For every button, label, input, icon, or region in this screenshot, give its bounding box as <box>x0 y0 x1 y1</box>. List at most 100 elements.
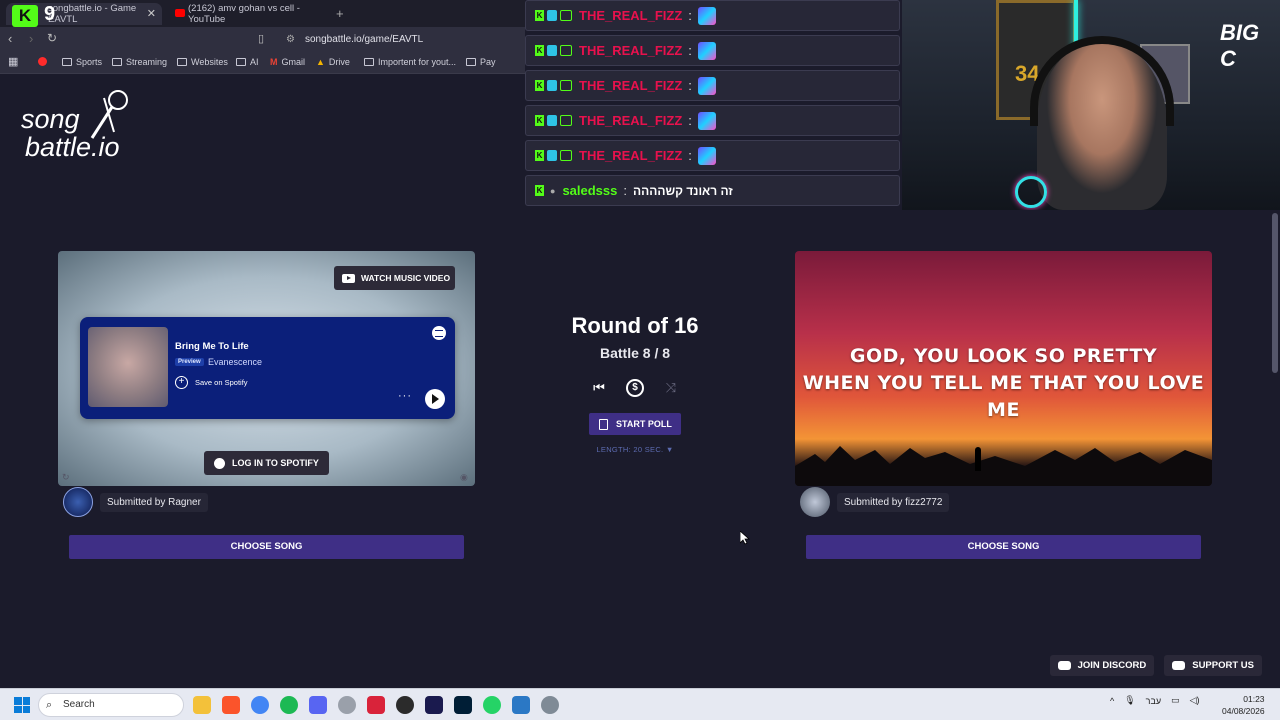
bookmarks-bar: ▦ Sports Streaming Websites AI M Gmail ▲ D… <box>0 52 525 74</box>
brave-browser-icon[interactable] <box>222 696 240 714</box>
footer-actions: JOIN DISCORD SUPPORT US <box>1049 655 1262 676</box>
spotify-icon[interactable] <box>432 326 446 340</box>
eye-icon[interactable]: ◉ <box>460 472 468 483</box>
bookmark-youtube[interactable] <box>38 57 47 66</box>
gift-badge-icon <box>560 115 572 126</box>
bookmark-websites[interactable]: Websites <box>177 57 228 67</box>
discord-icon[interactable] <box>309 696 327 714</box>
opera-icon[interactable] <box>367 696 385 714</box>
song-title[interactable]: Bring Me To Life <box>175 341 249 352</box>
close-tab-icon[interactable]: ✕ <box>147 7 156 20</box>
kick-badge-icon: K <box>535 45 544 56</box>
bookmark-drive[interactable]: ▲ Drive <box>316 57 350 67</box>
song-artist[interactable]: Evanescence <box>208 357 262 367</box>
site-info-icon[interactable]: ⚙ <box>286 30 295 49</box>
gift-badge-icon <box>560 10 572 21</box>
new-tab-icon[interactable]: + <box>336 6 344 21</box>
tab-youtube[interactable]: (2162) amv gohan vs cell - YouTube <box>170 3 330 25</box>
log-in-to-spotify-button[interactable]: LOG IN TO SPOTIFY <box>204 451 329 475</box>
forward-icon[interactable]: › <box>29 31 33 46</box>
obs-icon[interactable] <box>396 696 414 714</box>
bookmark-icon[interactable]: ▯ <box>258 32 264 45</box>
reload-icon[interactable]: ↻ <box>47 31 57 45</box>
subscriber-badge-icon <box>547 150 557 161</box>
mouse-cursor-icon <box>740 531 750 545</box>
previous-battle-icon[interactable]: ⏮ <box>590 379 608 397</box>
subscriber-badge-icon <box>547 115 557 126</box>
preview-badge: Preview <box>175 358 204 366</box>
volume-icon[interactable]: ◁) <box>1190 695 1200 706</box>
bookmark-sports[interactable]: Sports <box>62 57 102 67</box>
avatar <box>800 487 830 517</box>
chat-text: זה ראונד קשהההה <box>633 183 733 198</box>
browser-tab-bar: songbattle.io - Game EAVTL ✕ (2162) amv … <box>0 0 525 27</box>
bookmark-pay[interactable]: Pay <box>466 57 496 67</box>
battle-counter: Battle 8 / 8 <box>599 345 671 361</box>
person-silhouette <box>975 447 981 471</box>
kofi-icon <box>1172 661 1186 670</box>
shuffle-icon[interactable]: ⤨ <box>662 379 680 397</box>
chrome-icon[interactable] <box>251 696 269 714</box>
taskbar-clock[interactable]: 01:23 04/08/2026 <box>1222 693 1265 717</box>
coin-flip-icon[interactable]: $ <box>626 379 644 397</box>
chat-username: THE_REAL_FIZZ <box>579 43 683 58</box>
spotify-icon[interactable] <box>280 696 298 714</box>
apps-grid-icon[interactable]: ▦ <box>8 55 18 68</box>
windows-start-icon[interactable] <box>14 697 30 713</box>
taskbar-search[interactable]: ⌕ Search <box>38 693 184 717</box>
chat-username: THE_REAL_FIZZ <box>579 8 683 23</box>
start-poll-button[interactable]: START POLL <box>589 413 681 435</box>
emote-icon <box>697 146 716 165</box>
more-options-icon[interactable]: ··· <box>398 390 412 402</box>
songbattle-logo[interactable]: song battle.io <box>20 88 160 168</box>
chat-message: K THE_REAL_FIZZ: <box>525 140 900 171</box>
refresh-icon[interactable]: ↻ <box>62 472 70 483</box>
network-icon[interactable]: ▭ <box>1171 695 1180 706</box>
page-scrollbar[interactable] <box>1272 213 1278 373</box>
left-song-card: WATCH MUSIC VIDEO Bring Me To Life Previ… <box>58 251 475 486</box>
clock-time: 01:23 <box>1243 694 1265 704</box>
poll-length-dropdown[interactable]: LENGTH: 20 SEC. ▼ <box>560 445 710 454</box>
premiere-icon[interactable] <box>425 696 443 714</box>
join-discord-button[interactable]: JOIN DISCORD <box>1049 655 1155 676</box>
folder-icon <box>466 58 476 66</box>
kick-badge-icon: K <box>535 10 544 21</box>
url-text: songbattle.io/game/EAVTL <box>305 34 424 45</box>
whatsapp-icon[interactable] <box>483 696 501 714</box>
windows-taskbar: ⌕ Search ^ 🎙 עבר ▭ ◁) 01:23 04/08/2026 <box>0 688 1280 720</box>
spotify-icon <box>214 457 225 469</box>
choose-right-song-button[interactable]: CHOOSE SONG <box>806 535 1201 559</box>
bookmark-streaming[interactable]: Streaming <box>112 57 167 67</box>
lyric-line: WHEN YOU TELL ME THAT YOU LOVE ME <box>802 372 1205 421</box>
bookmark-important[interactable]: Importent for yout... <box>364 57 456 67</box>
right-song-card[interactable]: GOD, YOU LOOK SO PRETTY WHEN YOU TELL ME… <box>795 251 1212 486</box>
emote-icon <box>697 76 716 95</box>
discord-icon <box>1057 661 1071 670</box>
back-icon[interactable]: ‹ <box>8 31 12 46</box>
support-us-button[interactable]: SUPPORT US <box>1164 655 1262 676</box>
watch-music-video-button[interactable]: WATCH MUSIC VIDEO <box>334 266 455 290</box>
play-button[interactable] <box>425 389 445 409</box>
address-bar[interactable]: ⚙ songbattle.io/game/EAVTL <box>280 30 525 49</box>
photoshop-icon[interactable] <box>454 696 472 714</box>
settings-icon[interactable] <box>338 696 356 714</box>
chevron-up-icon[interactable]: ^ <box>1110 696 1114 706</box>
save-on-spotify-button[interactable]: + Save on Spotify <box>175 376 248 389</box>
youtube-icon <box>175 9 185 17</box>
microphone-icon[interactable]: 🎙 <box>1124 695 1135 706</box>
bookmark-ai[interactable]: AI <box>236 57 259 67</box>
choose-left-song-button[interactable]: CHOOSE SONG <box>69 535 464 559</box>
avatar <box>63 487 93 517</box>
chat-message: K THE_REAL_FIZZ: <box>525 35 900 66</box>
app-icon[interactable] <box>541 696 559 714</box>
bookmark-gmail[interactable]: M Gmail <box>270 57 305 67</box>
file-explorer-icon[interactable] <box>193 696 211 714</box>
folder-icon <box>62 58 72 66</box>
treeline-silhouette <box>795 446 1212 486</box>
round-title: Round of 16 <box>571 313 699 338</box>
language-indicator[interactable]: עבר <box>1146 696 1161 706</box>
emote-icon <box>697 41 716 60</box>
browser-nav-bar: ‹ › ↻ ▯ ⚙ songbattle.io/game/EAVTL <box>0 27 525 52</box>
kick-logo-icon: K <box>12 5 38 27</box>
notepad-icon[interactable] <box>512 696 530 714</box>
